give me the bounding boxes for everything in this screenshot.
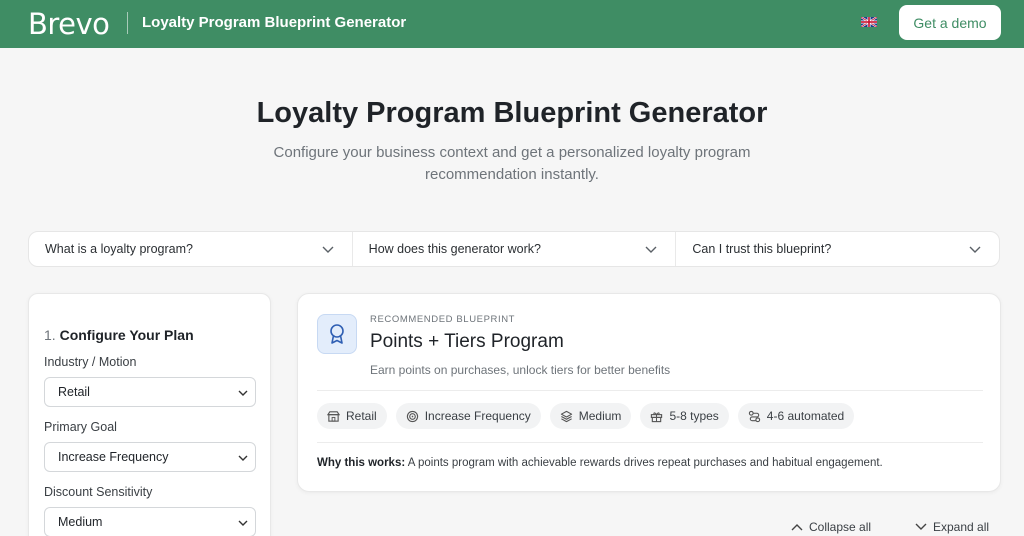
- page-title: Loyalty Program Blueprint Generator: [256, 97, 768, 129]
- tag-reward-types: 5-8 types: [640, 403, 729, 429]
- chevron-down-icon: [645, 246, 657, 253]
- discount-sensitivity-select-value: Medium: [58, 515, 103, 529]
- divider: [317, 442, 983, 443]
- industry-select[interactable]: Retail: [44, 377, 256, 407]
- collapse-all-label: Collapse all: [809, 520, 872, 534]
- industry-label: Industry / Motion: [44, 355, 137, 369]
- blueprint-tags: Retail Increase Frequency Medium 5-8 typ…: [317, 403, 855, 429]
- workflow-icon: [748, 410, 760, 422]
- chevron-down-icon: [915, 523, 927, 530]
- primary-goal-select-value: Increase Frequency: [58, 450, 169, 464]
- brevo-logo[interactable]: Brevo: [28, 7, 110, 41]
- gift-icon: [651, 411, 663, 422]
- get-a-demo-button[interactable]: Get a demo: [899, 5, 1001, 40]
- chevron-down-icon: [238, 455, 248, 461]
- tag-label: 4-6 automated: [766, 409, 845, 423]
- tag-label: Medium: [578, 409, 622, 423]
- chevron-down-icon: [322, 246, 334, 253]
- collapse-all-button[interactable]: Collapse all: [791, 520, 871, 534]
- layers-icon: [560, 410, 572, 422]
- faq-item-trust-blueprint[interactable]: Can I trust this blueprint?: [676, 232, 999, 266]
- app-title: Loyalty Program Blueprint Generator: [142, 14, 407, 31]
- config-title: Configure Your Plan: [59, 327, 194, 343]
- tag-sensitivity: Medium: [549, 403, 632, 429]
- why-label: Why this works:: [317, 457, 406, 469]
- chevron-up-icon: [791, 524, 803, 531]
- faq-item-label: How does this generator work?: [368, 242, 541, 256]
- faq-item-what-is-loyalty-program[interactable]: What is a loyalty program?: [29, 232, 353, 266]
- why-text: A points program with achievable rewards…: [407, 457, 883, 469]
- primary-goal-label: Primary Goal: [44, 420, 117, 434]
- tag-label: Increase Frequency: [424, 409, 531, 423]
- tag-industry: Retail: [317, 403, 387, 429]
- page-subtitle: Configure your business context and get …: [273, 144, 751, 183]
- discount-sensitivity-select[interactable]: Medium: [44, 507, 256, 536]
- uk-flag-icon[interactable]: [861, 17, 877, 27]
- tag-goal: Increase Frequency: [395, 403, 541, 429]
- faq-item-label: What is a loyalty program?: [45, 242, 193, 256]
- discount-sensitivity-label: Discount Sensitivity: [44, 485, 153, 499]
- chevron-down-icon: [238, 390, 248, 396]
- tag-label: 5-8 types: [669, 409, 719, 423]
- why-this-works: Why this works: A points program with ac…: [317, 457, 883, 469]
- divider: [317, 390, 983, 391]
- industry-select-value: Retail: [58, 385, 90, 399]
- configure-plan-panel: 1. Configure Your Plan Industry / Motion…: [28, 293, 271, 536]
- target-icon: [406, 410, 418, 422]
- recommended-blueprint-card: RECOMMENDED BLUEPRINT Points + Tiers Pro…: [297, 293, 1001, 492]
- blueprint-eyebrow: RECOMMENDED BLUEPRINT: [370, 314, 516, 325]
- award-ribbon-icon: [317, 314, 357, 354]
- config-heading: 1. Configure Your Plan: [44, 327, 194, 343]
- blueprint-title: Points + Tiers Program: [370, 331, 564, 352]
- step-number: 1.: [44, 327, 56, 343]
- expand-all-button[interactable]: Expand all: [915, 520, 989, 534]
- tag-label: Retail: [346, 409, 377, 423]
- tag-automations: 4-6 automated: [737, 403, 855, 429]
- faq-accordion: What is a loyalty program? How does this…: [28, 231, 1000, 267]
- chevron-down-icon: [238, 520, 248, 526]
- chevron-down-icon: [969, 246, 981, 253]
- blueprint-description: Earn points on purchases, unlock tiers f…: [370, 363, 671, 377]
- header-divider: [127, 12, 128, 34]
- store-icon: [327, 410, 340, 422]
- primary-goal-select[interactable]: Increase Frequency: [44, 442, 256, 472]
- top-navigation-bar: Brevo Loyalty Program Blueprint Generato…: [0, 0, 1024, 48]
- faq-item-label: Can I trust this blueprint?: [692, 242, 832, 256]
- expand-all-label: Expand all: [933, 520, 990, 534]
- faq-item-how-generator-works[interactable]: How does this generator work?: [353, 232, 677, 266]
